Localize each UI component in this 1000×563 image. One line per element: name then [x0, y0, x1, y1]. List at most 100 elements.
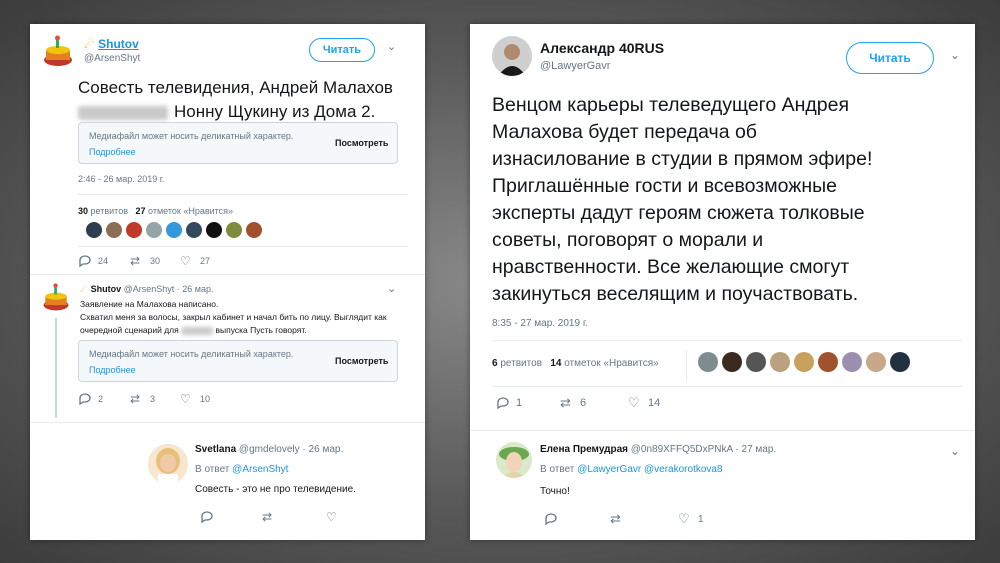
liker-avatar[interactable]: [890, 352, 910, 372]
retweets-label[interactable]: ретвитов: [91, 206, 128, 216]
retweet-action[interactable]: ⇄: [610, 512, 630, 526]
left-screenshot: ☄ Shutov @ArsenShyt Читать ⌄ Совесть тел…: [30, 24, 425, 540]
liker-avatar[interactable]: [746, 352, 766, 372]
reply-author-name[interactable]: Елена Премудрая: [540, 444, 628, 455]
cake-avatar-icon: [40, 282, 72, 314]
retweet-count: 3: [150, 394, 156, 404]
shutov-avatar[interactable]: [40, 282, 72, 314]
reply-action[interactable]: [544, 512, 564, 526]
tweet2-line3: очередной сценарий для выпуска Пусть гов…: [80, 324, 410, 337]
liker-avatar[interactable]: [842, 352, 862, 372]
chevron-down-icon[interactable]: ⌄: [387, 282, 396, 295]
liker-avatar[interactable]: [206, 222, 222, 238]
redacted-blur: [181, 326, 214, 335]
reply-icon: [545, 513, 557, 526]
retweets-count[interactable]: 30: [78, 206, 88, 216]
chevron-down-icon[interactable]: ⌄: [387, 40, 396, 53]
like-action[interactable]: ♡ 14: [628, 396, 660, 410]
liker-avatar[interactable]: [146, 222, 162, 238]
reply-action[interactable]: 24: [78, 254, 108, 268]
liker-avatar[interactable]: [86, 222, 102, 238]
liker-avatar[interactable]: [246, 222, 262, 238]
liker-avatar[interactable]: [106, 222, 122, 238]
tweet-timestamp[interactable]: 8:35 - 27 мар. 2019 г.: [492, 318, 588, 329]
media-notice: Медиафайл может носить деликатный характ…: [89, 349, 294, 359]
divider: [78, 194, 408, 195]
reply-header: Svetlana @gmdelovely · 26 мар.: [195, 444, 343, 455]
heart-icon: ♡: [628, 395, 640, 410]
retweet-action[interactable]: ⇄: [262, 510, 282, 524]
reply-author-name[interactable]: Svetlana: [195, 444, 236, 455]
likes-label[interactable]: отметок «Нравится»: [148, 206, 233, 216]
stats-separator: [686, 350, 687, 380]
media-view-button[interactable]: Посмотреть: [335, 356, 388, 366]
reply-action[interactable]: 2: [78, 392, 103, 406]
liker-avatar[interactable]: [722, 352, 742, 372]
reply-count: 1: [516, 397, 523, 409]
tweet-author-name[interactable]: Александр 40RUS: [540, 40, 664, 56]
svetlana-avatar[interactable]: [148, 444, 188, 484]
liker-avatar[interactable]: [770, 352, 790, 372]
tweet1-author-name[interactable]: Shutov: [98, 37, 139, 51]
tweet-line: нравственности. Все желающие смогут: [492, 256, 850, 278]
reply-to-row: В ответ @LawyerGavr @verakorotkova8: [540, 464, 723, 475]
reply-action[interactable]: 1: [496, 396, 522, 410]
chevron-down-icon[interactable]: ⌄: [950, 48, 960, 62]
likes-count[interactable]: 14: [550, 358, 561, 369]
shutov-avatar[interactable]: [40, 34, 76, 70]
chevron-down-icon[interactable]: ⌄: [950, 444, 960, 458]
reply-to-handle[interactable]: @ArsenShyt: [232, 464, 288, 475]
heart-icon: ♡: [180, 254, 191, 268]
tweet2-handle-date[interactable]: @ArsenShyt · 26 мар.: [124, 284, 214, 294]
tweet2-line2: Схватил меня за волосы, закрыл кабинет и…: [80, 312, 387, 322]
tweet1-name-row: ☄ Shutov: [84, 37, 139, 51]
retweets-count[interactable]: 6: [492, 358, 498, 369]
liker-avatar[interactable]: [794, 352, 814, 372]
reply-action[interactable]: [200, 510, 220, 524]
tweet2-header: ☄ Shutov @ArsenShyt · 26 мар.: [80, 284, 213, 295]
reply-to-handles[interactable]: @LawyerGavr @verakorotkova8: [577, 464, 722, 475]
divider: [470, 430, 975, 431]
follow-button[interactable]: Читать: [846, 42, 934, 74]
tweet1-timestamp[interactable]: 2:46 - 26 мар. 2019 г.: [78, 174, 164, 184]
divider: [492, 386, 962, 387]
elena-avatar[interactable]: [496, 442, 532, 478]
retweet-action[interactable]: ⇄ 3: [130, 392, 155, 406]
like-action[interactable]: ♡ 27: [180, 254, 210, 268]
tweet-stats: 6 ретвитов 14 отметок «Нравится»: [492, 358, 659, 369]
retweet-action[interactable]: ⇄ 30: [130, 254, 160, 268]
liker-avatar[interactable]: [818, 352, 838, 372]
liker-avatar[interactable]: [166, 222, 182, 238]
tweet2-author-name[interactable]: Shutov: [91, 284, 122, 294]
alexandr-avatar[interactable]: [492, 36, 532, 76]
follow-button[interactable]: Читать: [309, 38, 375, 62]
liker-avatar[interactable]: [126, 222, 142, 238]
media-view-button[interactable]: Посмотреть: [335, 138, 388, 148]
retweets-label[interactable]: ретвитов: [500, 358, 542, 369]
likes-count[interactable]: 27: [136, 206, 146, 216]
like-action[interactable]: ♡ 1: [678, 512, 704, 526]
heart-icon: ♡: [678, 511, 690, 526]
tweet-handle[interactable]: @LawyerGavr: [540, 60, 610, 72]
reply-handle-date[interactable]: @gmdelovely · 26 мар.: [239, 444, 343, 455]
divider: [492, 340, 962, 341]
like-count: 27: [200, 256, 211, 266]
tweet-line: изнасилование в студии в прямом эфире!: [492, 148, 873, 170]
reply-handle-date[interactable]: @0n89XFFQ5DxPNkA · 27 мар.: [631, 444, 776, 455]
like-action[interactable]: ♡: [326, 510, 346, 524]
like-action[interactable]: ♡ 10: [180, 392, 210, 406]
retweet-action[interactable]: ⇄ 6: [560, 396, 586, 410]
media-more-link[interactable]: Подробнее: [89, 365, 136, 375]
liker-avatar[interactable]: [866, 352, 886, 372]
liker-avatar[interactable]: [186, 222, 202, 238]
media-more-link[interactable]: Подробнее: [89, 147, 136, 157]
thread-line: [55, 318, 57, 418]
likes-label[interactable]: отметок «Нравится»: [564, 358, 658, 369]
like-count: 14: [648, 397, 661, 409]
liker-avatar[interactable]: [698, 352, 718, 372]
tweet1-handle[interactable]: @ArsenShyt: [84, 53, 140, 64]
tweet-line: Приглашённые гости и всевозможные: [492, 175, 837, 197]
liker-avatar[interactable]: [226, 222, 242, 238]
reply-header: Елена Премудрая @0n89XFFQ5DxPNkA · 27 ма…: [540, 444, 776, 455]
tweet1-text-line2: Нонну Щукину из Дома 2.: [174, 102, 376, 121]
